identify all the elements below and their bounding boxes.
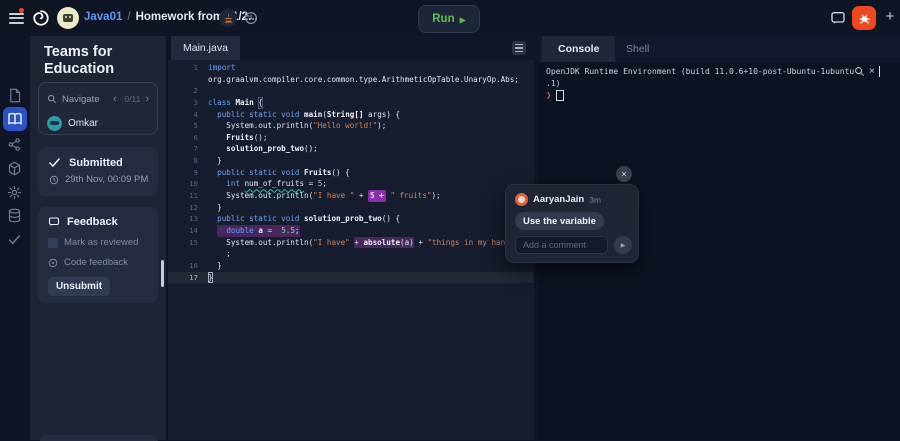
education-book-icon [7,111,23,127]
commenter-name: AaryanJain [533,194,584,205]
navigate-card: ‹ 0/11 › Omkar [38,82,158,135]
comment-time: 3m [589,195,601,205]
submission-timestamp: 29th Nov, 00:09 PM [65,174,148,185]
student-row[interactable]: Omkar [39,116,157,131]
code-line[interactable]: 5 System.out.println("Hello world!"); [168,120,534,132]
commenter-avatar [515,193,528,206]
teams-education-panel: Teams for Education ‹ 0/11 › Omkar Submi… [30,36,166,440]
user-avatar[interactable] [57,7,79,29]
code-editor-pane: Main.java 1importorg.graalvm.compiler.co… [168,36,534,440]
console-prompt: ❯ [546,91,551,101]
comment-close-icon[interactable]: × [616,166,632,182]
code-line[interactable]: 10 int num_of_fruits = 5; [168,178,534,190]
console-cursor [556,90,564,101]
code-line[interactable]: 1import [168,62,534,74]
code-line[interactable]: 12 } [168,202,534,214]
breadcrumb-project-title: Homework from 11/2... [136,11,258,23]
unsubmit-button[interactable]: Unsubmit [48,277,110,296]
student-name: Omkar [68,118,98,129]
code-line[interactable]: 7 solution_prob_two(); [168,143,534,155]
packages-cube-icon[interactable] [7,161,23,177]
editor-layout-icon[interactable] [512,41,526,55]
panel-title: Teams for Education [44,44,156,78]
code-line[interactable]: 8 } [168,155,534,167]
code-line[interactable]: ; [168,248,534,260]
run-button[interactable]: Run ▶ [418,5,480,33]
console-output-line2: .1) [546,79,560,88]
tab-shell[interactable]: Shell [610,36,665,62]
mark-reviewed-checkbox[interactable] [48,238,58,248]
run-play-icon: ▶ [460,15,466,24]
submitted-check-icon [48,156,61,169]
education-active-bg[interactable] [3,107,27,131]
file-icon[interactable] [7,88,23,104]
new-tab-plus-icon[interactable]: + [882,7,898,27]
search-icon [47,94,57,104]
java-language-icon [219,9,237,27]
code-feedback-target-icon [48,258,58,268]
code-line[interactable]: org.graalvm.compiler.core.common.type.Ar… [168,74,534,86]
submission-card: Submitted 29th Nov, 00:09 PM [38,147,158,196]
comment-input-wrap [515,236,608,254]
left-icon-rail [0,36,30,440]
console-text-caret [879,66,881,77]
chevron-right-icon[interactable]: › [145,94,149,104]
top-bar: Java01 / Homework from 11/2... Run ▶ + [0,0,900,36]
feedback-title: Feedback [67,216,118,228]
console-output-line1: OpenJDK Runtime Environment (build 11.0.… [546,67,854,76]
notification-dot [19,8,24,13]
code-line[interactable]: 13 public static void solution_prob_two(… [168,213,534,225]
console-clear-icon[interactable]: × [869,66,875,77]
code-line[interactable]: 11 System.out.println("I have " + 5 + " … [168,190,534,202]
mark-reviewed-label: Mark as reviewed [64,237,138,248]
code-line[interactable]: 2 [168,85,534,97]
editor-tab-bar: Main.java [168,36,534,60]
feedback-bubble-icon [48,216,60,228]
history-icon[interactable] [243,10,259,26]
code-line[interactable]: 3class Main { [168,97,534,109]
sidebar-scrollbar[interactable] [161,260,164,287]
code-editor[interactable]: 1importorg.graalvm.compiler.core.common.… [168,62,534,283]
code-line[interactable]: 9 public static void Fruits() { [168,167,534,179]
hidden-card-edge [40,435,158,441]
feedback-card: Feedback Mark as reviewed Code feedback … [38,207,158,303]
bug-report-button[interactable] [852,6,876,30]
share-icon[interactable] [7,137,23,153]
comment-message: Use the variable [515,212,604,230]
code-line[interactable]: 6 Fruits(); [168,132,534,144]
console-tab-bar: Console Shell [538,36,900,62]
console-search-icon[interactable] [854,66,865,77]
navigate-counter: 0/11 [124,94,140,104]
code-feedback-label[interactable]: Code feedback [64,257,128,268]
code-line[interactable]: 16 } [168,260,534,272]
checkmark-icon[interactable] [7,232,23,248]
database-icon[interactable] [7,208,23,224]
clock-icon [49,175,59,185]
breadcrumb-separator: / [127,11,130,23]
code-line[interactable]: 15 System.out.println("I have" + absolut… [168,237,534,249]
student-avatar [47,116,62,131]
comment-popup: AaryanJain 3m Use the variable ▶ [505,184,639,263]
code-line[interactable]: 4 public static void main(String[] args)… [168,109,534,121]
chat-icon[interactable] [830,10,846,26]
settings-gear-icon[interactable] [7,185,23,201]
console-output: OpenJDK Runtime Environment (build 11.0.… [546,66,894,90]
tab-main-java[interactable]: Main.java [171,36,240,60]
menu-icon[interactable] [9,13,24,24]
submission-status: Submitted [69,157,123,169]
code-line[interactable]: 17} [168,272,534,284]
tab-console[interactable]: Console [542,36,615,62]
navigate-input[interactable] [62,94,108,105]
chevron-left-icon[interactable]: ‹ [113,94,117,104]
breadcrumb-team-link[interactable]: Java01 [84,11,122,23]
run-button-label: Run [432,13,454,25]
code-line[interactable]: 14 double a = 5.5; [168,225,534,237]
comment-send-button[interactable]: ▶ [614,236,632,254]
replit-logo[interactable] [30,7,52,29]
